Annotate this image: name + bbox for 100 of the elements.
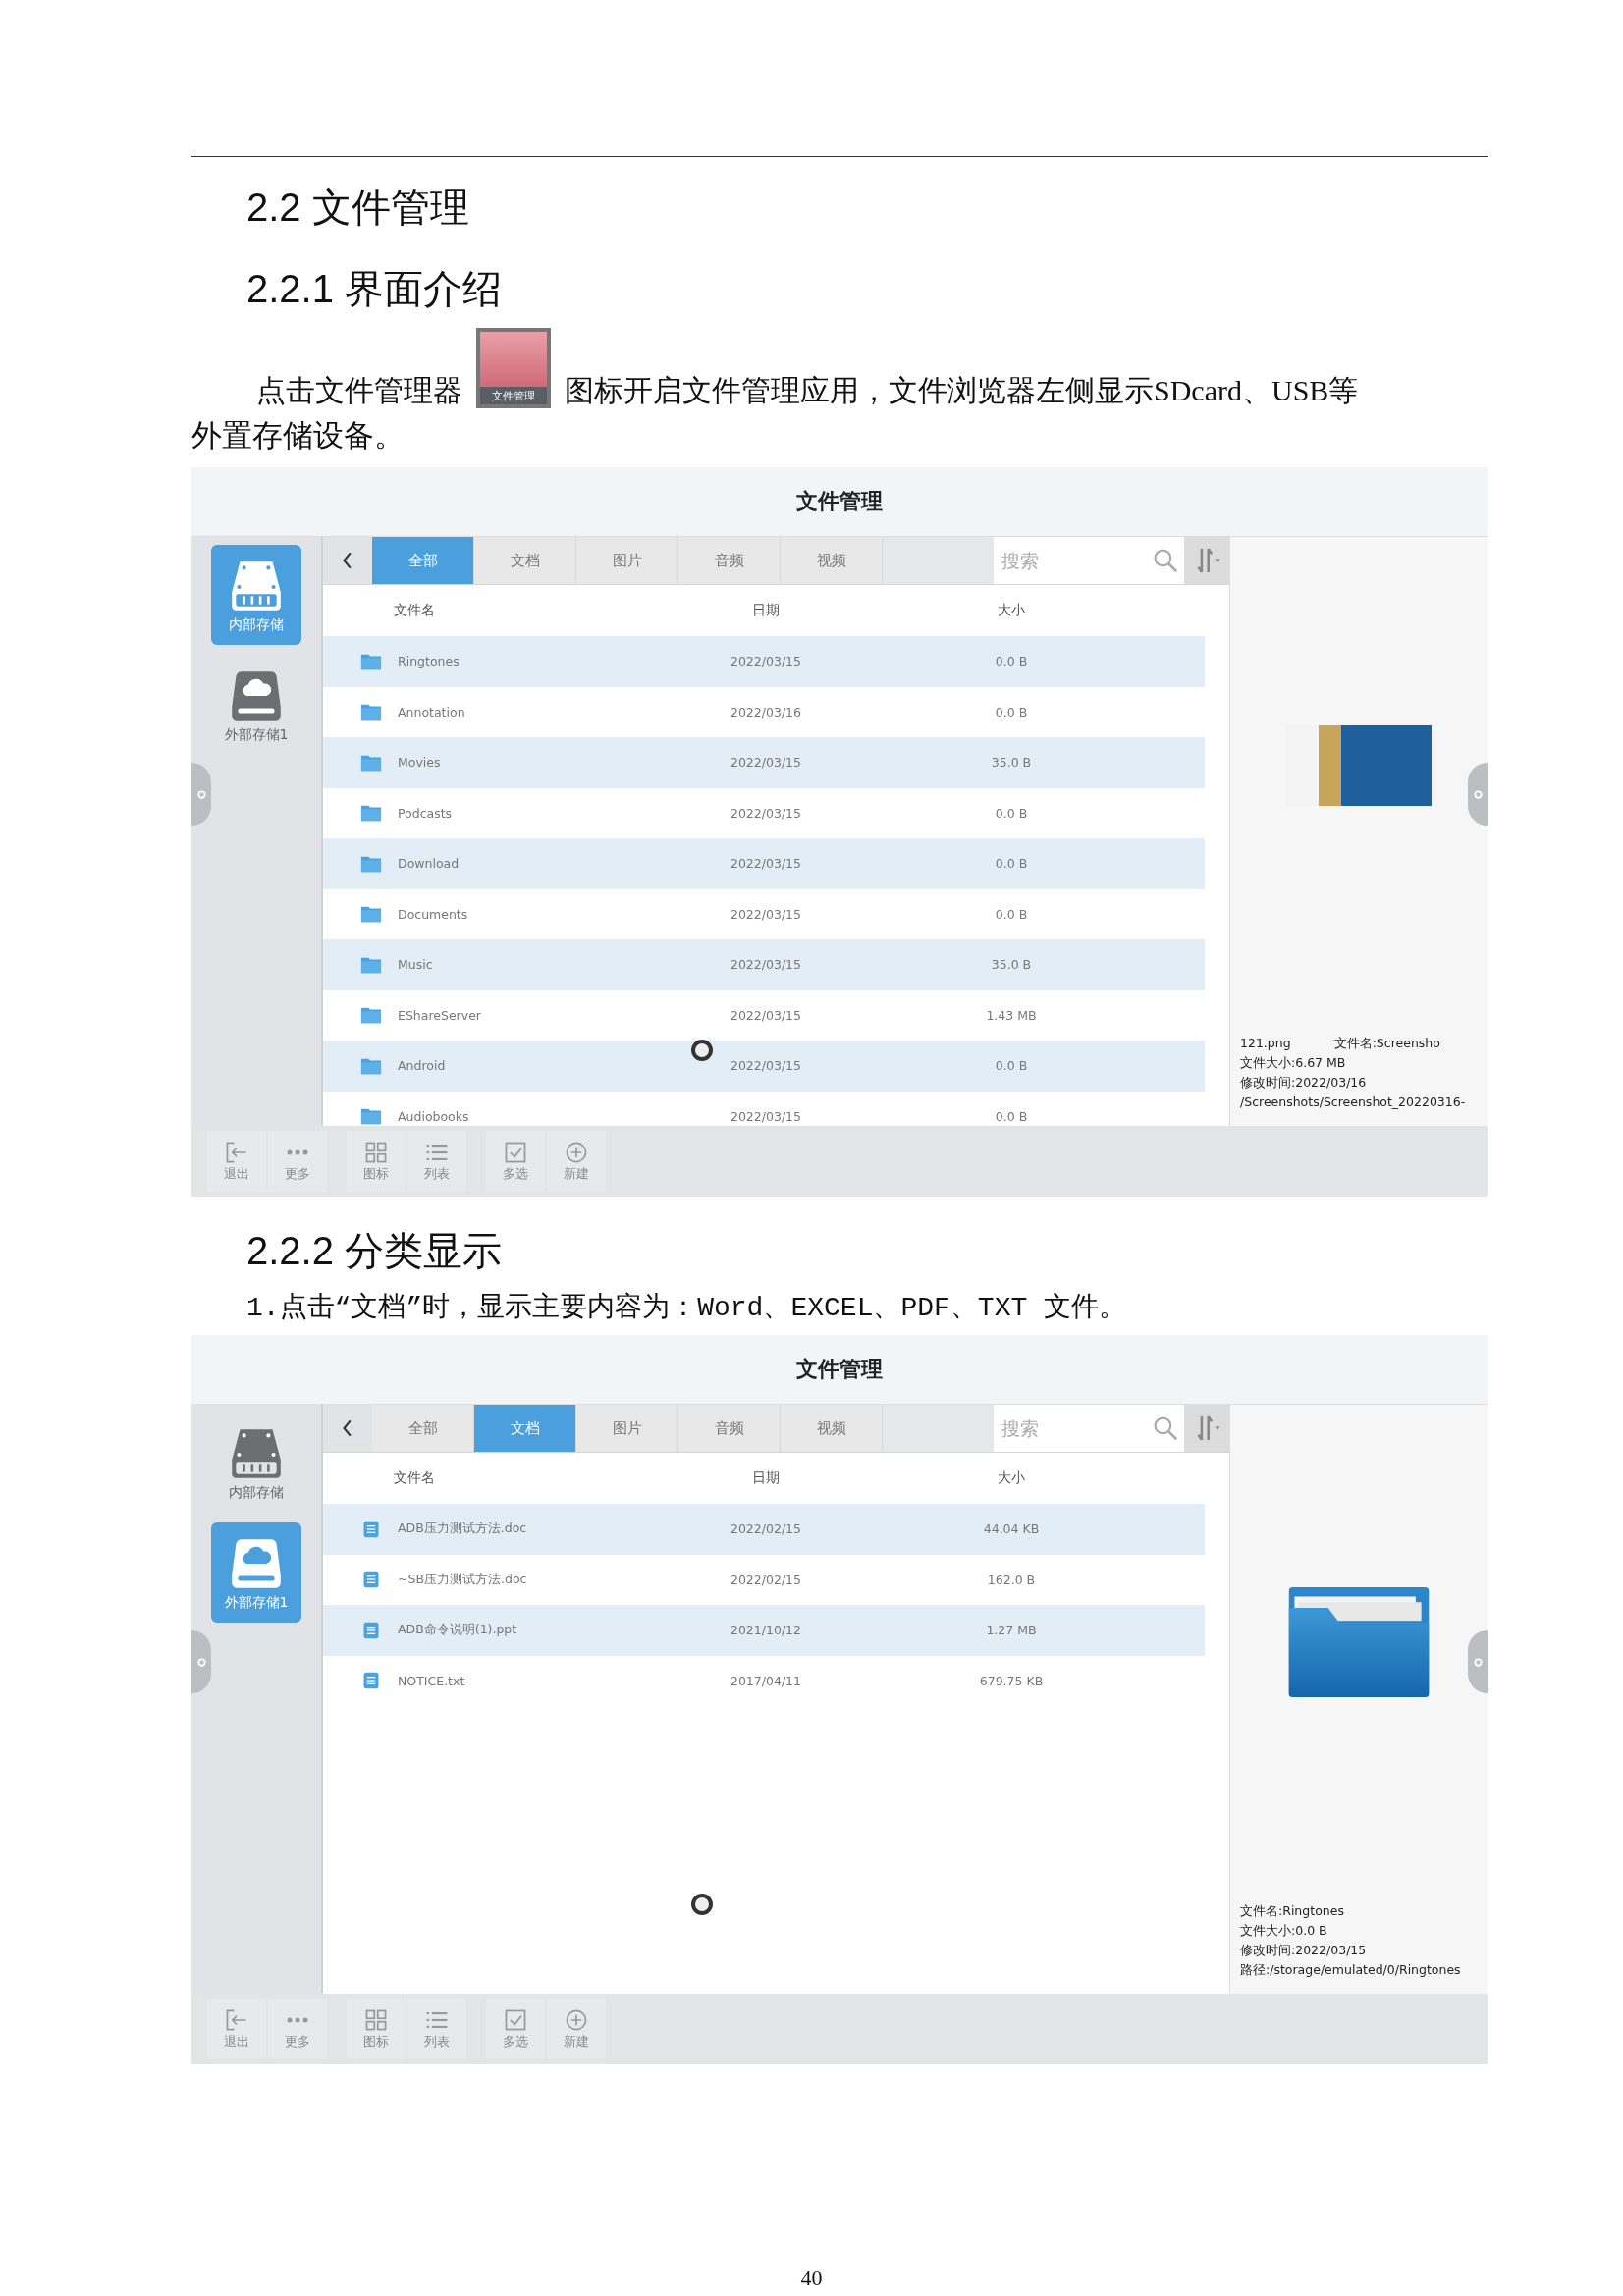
file-date: 2022/02/15	[729, 1572, 802, 1587]
toolbar-button[interactable]: 多选	[486, 1999, 545, 2059]
category-tab[interactable]: 文档	[474, 1405, 576, 1452]
file-size: 679.75 KB	[978, 1673, 1045, 1688]
ring-icon	[195, 788, 207, 800]
toolbar-button[interactable]: 更多	[268, 1131, 327, 1192]
side-handle[interactable]	[191, 1630, 211, 1693]
storage-item[interactable]: 内部存储	[211, 545, 301, 645]
storage-item[interactable]: 内部存储	[211, 1413, 301, 1513]
new-icon	[564, 1140, 589, 1165]
file-name: NOTICE.txt	[398, 1673, 466, 1688]
intro-text: 图标开启文件管理应用，文件浏览器左侧显示SDcard、USB等	[565, 374, 1359, 406]
file-size: 0.0 B	[994, 654, 1029, 669]
toolbar-button[interactable]: 列表	[407, 1999, 466, 2059]
app-icon: 文件管理	[476, 328, 551, 408]
file-name: Annotation	[398, 704, 466, 720]
search-field[interactable]: 搜索	[994, 537, 1184, 584]
file-row[interactable]: Audiobooks 2022/03/15 0.0 B	[323, 1091, 1205, 1126]
category-tab[interactable]: 全部	[372, 537, 474, 584]
sort-button[interactable]	[1184, 1405, 1229, 1452]
toolbar-button[interactable]: 更多	[268, 1999, 327, 2059]
file-size: 0.0 B	[994, 805, 1029, 821]
toolbar-button[interactable]: 新建	[547, 1999, 606, 2059]
file-row[interactable]: ADB压力测试方法.doc 2022/02/15 44.04 KB	[323, 1504, 1205, 1555]
toolbar-button[interactable]: 列表	[407, 1131, 466, 1192]
search-field[interactable]: 搜索	[994, 1405, 1184, 1452]
file-row[interactable]: Documents 2022/03/15 0.0 B	[323, 888, 1205, 939]
folder-icon	[360, 702, 382, 722]
toolbar-button[interactable]: 多选	[486, 1131, 545, 1192]
column-header[interactable]: 日期	[643, 1469, 889, 1487]
folder-icon	[360, 904, 382, 925]
folder-icon	[360, 803, 382, 824]
search-icon	[1153, 1415, 1178, 1441]
search-icon	[1153, 548, 1178, 573]
more-icon	[286, 1148, 309, 1156]
file-name: Movies	[398, 755, 442, 771]
grid-icon	[363, 1140, 389, 1165]
cursor-ring-icon	[691, 1040, 713, 1061]
file-name: Android	[398, 1058, 447, 1074]
search-input[interactable]: 搜索	[1000, 537, 1153, 584]
ring-icon	[1472, 1656, 1484, 1668]
file-row[interactable]: Annotation 2022/03/16 0.0 B	[323, 686, 1205, 737]
column-header[interactable]: 日期	[643, 602, 889, 619]
file-size: 35.0 B	[990, 755, 1033, 771]
file-date: 2022/03/16	[729, 704, 802, 720]
multi-icon	[503, 2007, 528, 2033]
file-detail-text: 文件大小:0.0 B	[1240, 1922, 1327, 1940]
back-button[interactable]	[323, 1405, 372, 1452]
intro-text: 外置存储设备。	[191, 418, 405, 453]
file-row[interactable]: Ringtones 2022/03/15 0.0 B	[323, 636, 1205, 687]
file-row[interactable]: Music 2022/03/15 35.0 B	[323, 939, 1205, 990]
file-detail-text: 路径:/storage/emulated/0/Ringtones	[1240, 1961, 1461, 1979]
multi-icon	[503, 1140, 528, 1165]
sort-button[interactable]	[1184, 537, 1229, 584]
file-name: Download	[398, 856, 460, 872]
file-date: 2017/04/11	[729, 1673, 802, 1688]
folder-icon	[360, 1106, 382, 1126]
column-header[interactable]: 文件名	[323, 1469, 643, 1487]
file-detail-text: 修改时间:2022/03/15	[1240, 1942, 1367, 1959]
file-row[interactable]: ~SB压力测试方法.doc 2022/02/15 162.0 B	[323, 1554, 1205, 1605]
toolbar-button[interactable]: 退出	[207, 1999, 266, 2059]
search-input[interactable]: 搜索	[1000, 1405, 1153, 1452]
column-header[interactable]: 大小	[889, 1469, 1134, 1487]
file-size: 0.0 B	[994, 856, 1029, 872]
file-row[interactable]: ADB命令说明(1).ppt 2021/10/12 1.27 MB	[323, 1605, 1205, 1656]
exit-icon	[224, 1140, 249, 1165]
file-row[interactable]: EShareServer 2022/03/15 1.43 MB	[323, 989, 1205, 1041]
file-date: 2021/10/12	[729, 1623, 802, 1638]
file-name: Podcasts	[398, 805, 454, 821]
file-row[interactable]: NOTICE.txt 2017/04/11 679.75 KB	[323, 1655, 1205, 1706]
file-detail-text: 修改时间:2022/03/16	[1240, 1074, 1367, 1092]
folder-icon	[1288, 1587, 1430, 1699]
file-name: ADB压力测试方法.doc	[398, 1521, 528, 1538]
column-header[interactable]: 大小	[889, 602, 1134, 619]
toolbar-button[interactable]: 新建	[547, 1131, 606, 1192]
file-name: Ringtones	[398, 654, 460, 669]
toolbar-button[interactable]: 图标	[347, 1999, 406, 2059]
file-detail-text: 文件大小:6.67 MB	[1240, 1054, 1346, 1072]
file-row[interactable]: Podcasts 2022/03/15 0.0 B	[323, 787, 1205, 838]
file-date: 2022/03/15	[729, 654, 802, 669]
file-detail-text: /Screenshots/Screenshot_20220316-	[1240, 1094, 1466, 1111]
note-text: 1.点击“文档”时，显示主要内容为：Word、EXCEL、PDF、TXT 文件。	[246, 1291, 1128, 1325]
toolbar-button[interactable]: 图标	[347, 1131, 406, 1192]
back-button[interactable]	[323, 537, 372, 584]
toolbar-button[interactable]: 退出	[207, 1131, 266, 1192]
column-header[interactable]: 文件名	[323, 602, 643, 619]
ring-icon	[195, 1656, 207, 1668]
file-row[interactable]: Movies 2022/03/15 35.0 B	[323, 737, 1205, 788]
side-handle[interactable]	[191, 763, 211, 826]
storage-item[interactable]: 外部存储1	[211, 655, 301, 755]
page-number: 40	[799, 2266, 824, 2291]
file-row[interactable]: Download 2022/03/15 0.0 B	[323, 838, 1205, 889]
file-row[interactable]: Android 2022/03/15 0.0 B	[323, 1041, 1205, 1092]
file-size: 1.43 MB	[985, 1007, 1038, 1023]
storage-item[interactable]: 外部存储1	[211, 1522, 301, 1623]
more-icon	[286, 2016, 309, 2024]
subsection-heading: 2.2.2 分类显示	[246, 1228, 504, 1274]
exit-icon	[224, 2007, 249, 2033]
grid-icon	[363, 2007, 389, 2033]
file-size: 0.0 B	[994, 1058, 1029, 1074]
